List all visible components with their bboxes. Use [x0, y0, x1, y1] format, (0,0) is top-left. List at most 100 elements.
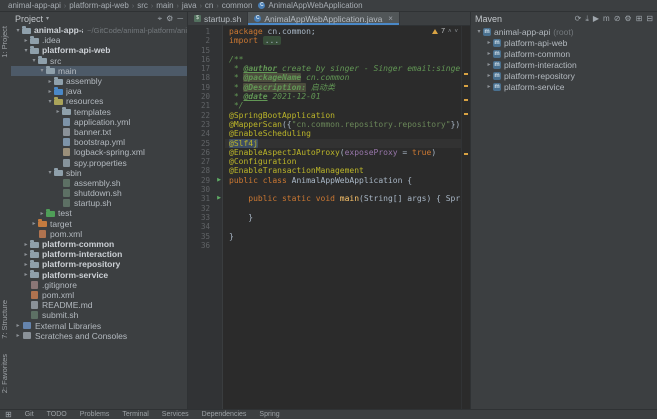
download-sources-icon[interactable]: ⤓ — [585, 14, 589, 23]
statusbar-item-services[interactable]: Services — [162, 411, 189, 418]
warning-stripe-mark[interactable] — [464, 153, 468, 155]
tree-item-platform-service[interactable]: ▸platform-service — [11, 270, 187, 280]
tree-item-templates[interactable]: ▸templates — [11, 107, 187, 117]
stripe-favorites-button[interactable]: 2: Favorites — [0, 354, 9, 393]
code-line-24[interactable]: 24@EnableScheduling — [188, 129, 462, 138]
code-line-29[interactable]: 29▶public class AnimalAppWebApplication … — [188, 176, 462, 185]
breadcrumb-item-src[interactable]: src — [137, 1, 148, 10]
expand-all-icon[interactable]: ⊞ — [636, 14, 643, 23]
tree-item-resources[interactable]: ▾resources — [11, 96, 187, 106]
code-line-35[interactable]: 35} — [188, 232, 462, 241]
run-icon[interactable]: ▶ — [213, 194, 225, 203]
code-line-25[interactable]: 25@Slf4j — [188, 139, 462, 148]
stripe-structure-button[interactable]: 7: Structure — [0, 300, 9, 339]
maven-item-platform-interaction[interactable]: ▸mplatform-interaction — [471, 59, 657, 70]
tree-item-startup-sh[interactable]: startup.sh — [11, 198, 187, 208]
tree-item-animal-app-api[interactable]: ▾animal-app-api~/GitCode/animal-platform… — [11, 25, 187, 35]
run-icon[interactable]: ▶ — [213, 176, 225, 185]
chevron-closed-icon[interactable]: ▸ — [38, 210, 46, 217]
project-panel-title[interactable]: Project — [15, 14, 43, 24]
tree-item-readme-md[interactable]: README.md — [11, 300, 187, 310]
tree-item-submit-sh[interactable]: submit.sh — [11, 310, 187, 320]
chevron-closed-icon[interactable]: ▸ — [54, 108, 62, 115]
warning-stripe-mark[interactable] — [464, 85, 468, 87]
locate-icon[interactable]: ⌖ — [158, 14, 163, 23]
code-line-31[interactable]: 31▶ public static void main(String[] arg… — [188, 194, 462, 203]
next-warning-icon[interactable]: ˅ — [454, 29, 458, 35]
maven-item-platform-service[interactable]: ▸mplatform-service — [471, 81, 657, 92]
code-line-32[interactable]: 32 — [188, 204, 462, 213]
chevron-open-icon[interactable]: ▾ — [38, 67, 46, 74]
code-line-18[interactable]: 18 * @packageName cn.common — [188, 73, 462, 82]
tree-item-pom-xml[interactable]: pom.xml — [11, 229, 187, 239]
chevron-closed-icon[interactable]: ▸ — [485, 39, 493, 46]
breadcrumb-item-cn[interactable]: cn — [205, 1, 213, 10]
code-line-27[interactable]: 27@Configuration — [188, 157, 462, 166]
statusbar-item-problems[interactable]: Problems — [80, 411, 110, 418]
tree-item-main[interactable]: ▾main — [11, 66, 187, 76]
tab-animalappwebapplication-java[interactable]: CAnimalAppWebApplication.java× — [248, 12, 400, 25]
code-line-30[interactable]: 30 — [188, 185, 462, 194]
chevron-open-icon[interactable]: ▾ — [14, 27, 22, 34]
tool-window-switcher-icon[interactable]: ⊞ — [5, 410, 12, 419]
breadcrumb-item-common[interactable]: common — [222, 1, 253, 10]
tree-item-idea[interactable]: ▸.idea — [11, 35, 187, 45]
tree-item-scratches-and-consoles[interactable]: ▸Scratches and Consoles — [11, 331, 187, 341]
code-line-28[interactable]: 28@EnableTransactionManagement — [188, 166, 462, 175]
tree-item-bootstrap-yml[interactable]: bootstrap.yml — [11, 137, 187, 147]
breadcrumb-item-main[interactable]: main — [156, 1, 173, 10]
tree-item-gitignore[interactable]: .gitignore — [11, 280, 187, 290]
refresh-icon[interactable]: ⟳ — [575, 14, 582, 23]
prev-warning-icon[interactable]: ˄ — [448, 29, 452, 35]
tree-item-platform-common[interactable]: ▸platform-common — [11, 239, 187, 249]
tree-item-shutdown-sh[interactable]: shutdown.sh — [11, 188, 187, 198]
chevron-closed-icon[interactable]: ▸ — [485, 61, 493, 68]
code-line-23[interactable]: 23@MapperScan({"cn.common.repository.rep… — [188, 120, 462, 129]
statusbar-item-todo[interactable]: TODO — [47, 411, 67, 418]
code-line-15[interactable]: 15 — [188, 46, 462, 55]
chevron-closed-icon[interactable]: ▸ — [485, 72, 493, 79]
inspection-widget[interactable]: 7 ˄ ˅ — [432, 28, 458, 35]
chevron-closed-icon[interactable]: ▸ — [485, 50, 493, 57]
nav-class-name[interactable]: AnimalAppWebApplication — [268, 1, 362, 10]
code-line-20[interactable]: 20 * @date 2021-12-01 — [188, 92, 462, 101]
chevron-open-icon[interactable]: ▾ — [475, 28, 483, 35]
tree-item-spy-properties[interactable]: spy.properties — [11, 157, 187, 167]
code-line-26[interactable]: 26@EnableAspectJAutoProxy(exposeProxy = … — [188, 148, 462, 157]
tree-item-application-yml[interactable]: application.yml — [11, 117, 187, 127]
run-configuration-icon[interactable]: ▶ — [593, 14, 599, 23]
code-line-17[interactable]: 17 * @author create by singer - Singer e… — [188, 64, 462, 73]
tree-item-java[interactable]: ▸java — [11, 86, 187, 96]
chevron-open-icon[interactable]: ▾ — [46, 169, 54, 176]
code-line-21[interactable]: 21 */ — [188, 101, 462, 110]
chevron-closed-icon[interactable]: ▸ — [46, 88, 54, 95]
settings-icon[interactable]: ⚙ — [624, 14, 631, 23]
tree-item-external-libraries[interactable]: ▸External Libraries — [11, 320, 187, 330]
tree-item-platform-interaction[interactable]: ▸platform-interaction — [11, 249, 187, 259]
breadcrumb-item-java[interactable]: java — [182, 1, 197, 10]
chevron-open-icon[interactable]: ▾ — [22, 47, 30, 54]
tree-item-platform-repository[interactable]: ▸platform-repository — [11, 259, 187, 269]
chevron-down-icon[interactable]: ▾ — [46, 15, 49, 22]
tree-item-platform-api-web[interactable]: ▾platform-api-web — [11, 45, 187, 55]
breadcrumb-item-animal-app-api[interactable]: animal-app-api — [8, 1, 61, 10]
code-line-1[interactable]: 1package cn.common; — [188, 27, 462, 36]
warning-stripe-mark[interactable] — [464, 73, 468, 75]
chevron-closed-icon[interactable]: ▸ — [22, 241, 30, 248]
statusbar-item-terminal[interactable]: Terminal — [122, 411, 148, 418]
code-line-2[interactable]: 2import ... — [188, 36, 462, 45]
stripe-project-button[interactable]: 1: Project — [0, 26, 9, 58]
tree-item-sbin[interactable]: ▾sbin — [11, 168, 187, 178]
maven-item-platform-repository[interactable]: ▸mplatform-repository — [471, 70, 657, 81]
tree-item-assembly-sh[interactable]: assembly.sh — [11, 178, 187, 188]
statusbar-item-dependencies[interactable]: Dependencies — [202, 411, 247, 418]
chevron-closed-icon[interactable]: ▸ — [22, 37, 30, 44]
execute-goal-icon[interactable]: m — [603, 14, 610, 23]
collapse-all-icon[interactable]: ⊟ — [646, 14, 653, 23]
editor-scrollbar[interactable] — [461, 25, 470, 410]
code-line-36[interactable]: 36 — [188, 241, 462, 250]
warning-stripe-mark[interactable] — [464, 99, 468, 101]
tree-item-target[interactable]: ▸target — [11, 219, 187, 229]
maven-item-animal-app-api[interactable]: ▾manimal-app-api(root) — [471, 26, 657, 37]
maven-item-platform-api-web[interactable]: ▸mplatform-api-web — [471, 37, 657, 48]
